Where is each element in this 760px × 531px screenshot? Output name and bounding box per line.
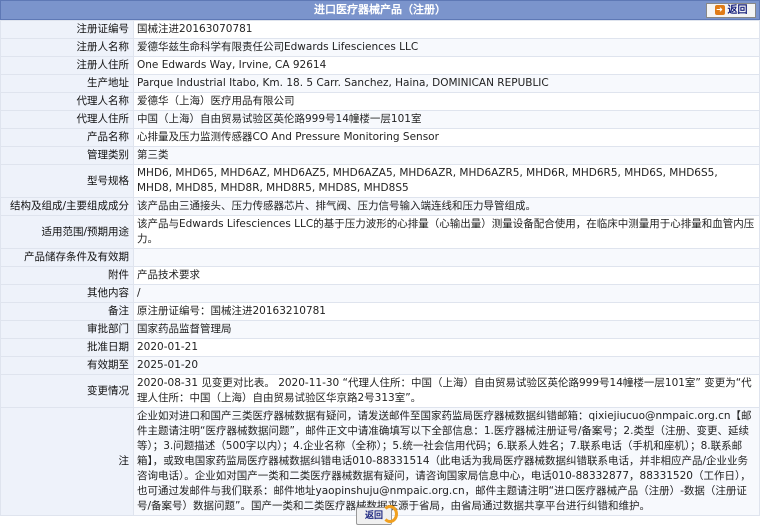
field-label: 适用范围/预期用途 xyxy=(0,215,134,249)
detail-row-composition: 结构及组成/主要组成成分 该产品由三通接头、压力传感器芯片、排气阀、压力信号输入端… xyxy=(0,197,760,216)
detail-row-reg-no: 注册证编号 国械注进20163070781 xyxy=(0,20,760,39)
field-value: 企业如对进口和国产三类医疗器械数据有疑问，请发送邮件至国家药监局医疗器械数据纠错… xyxy=(133,407,760,516)
detail-row-registrant-address: 注册人住所 One Edwards Way, Irvine, CA 92614 xyxy=(0,56,760,75)
field-value: 爱德华兹生命科学有限责任公司Edwards Lifesciences LLC xyxy=(133,38,760,57)
field-label: 注册人住所 xyxy=(0,56,134,75)
detail-row-registrant-name: 注册人名称 爱德华兹生命科学有限责任公司Edwards Lifesciences … xyxy=(0,38,760,57)
field-label: 注册证编号 xyxy=(0,20,134,39)
field-label: 产品储存条件及有效期 xyxy=(0,248,134,267)
field-label: 变更情况 xyxy=(0,374,134,408)
field-value: 国家药品监督管理局 xyxy=(133,320,760,339)
field-value: 产品技术要求 xyxy=(133,266,760,285)
detail-row-changes: 变更情况 2020-08-31 见变更对比表。 2020-11-30 “代理人住所… xyxy=(0,374,760,408)
detail-table: 注册证编号 国械注进20163070781 注册人名称 爱德华兹生命科学有限责任公司E… xyxy=(0,20,760,516)
back-button-top[interactable]: ➜ 返回 xyxy=(706,3,756,18)
field-value: MHD6, MHD65, MHD6AZ, MHD6AZ5, MHD6AZA5, … xyxy=(133,164,760,198)
field-value: 2020-08-31 见变更对比表。 2020-11-30 “代理人住所：中国（… xyxy=(133,374,760,408)
detail-row-other: 其他内容 / xyxy=(0,284,760,303)
detail-row-product-name: 产品名称 心排量及压力监测传感器CO And Pressure Monitorin… xyxy=(0,128,760,147)
detail-row-mfg-address: 生产地址 Parque Industrial Itabo, Km. 18. 5 C… xyxy=(0,74,760,93)
field-value: 国械注进20163070781 xyxy=(133,20,760,39)
detail-row-approval-date: 批准日期 2020-01-21 xyxy=(0,338,760,357)
page-title: 进口医疗器械产品（注册） xyxy=(314,3,446,16)
detail-row-approval-dept: 审批部门 国家药品监督管理局 xyxy=(0,320,760,339)
field-value: 中国（上海）自由贸易试验区英伦路999号14幢楼一层101室 xyxy=(133,110,760,129)
field-label: 管理类别 xyxy=(0,146,134,165)
field-label: 附件 xyxy=(0,266,134,285)
field-value: 2020-01-21 xyxy=(133,338,760,357)
field-value xyxy=(133,248,760,267)
field-value: 心排量及压力监测传感器CO And Pressure Monitoring Se… xyxy=(133,128,760,147)
field-label: 产品名称 xyxy=(0,128,134,147)
page-title-bar: 进口医疗器械产品（注册） ➜ 返回 xyxy=(0,0,760,20)
field-label: 其他内容 xyxy=(0,284,134,303)
field-label: 注 xyxy=(0,407,134,516)
field-value: 2025-01-20 xyxy=(133,356,760,375)
field-value: Parque Industrial Itabo, Km. 18. 5 Carr.… xyxy=(133,74,760,93)
back-button-bottom[interactable]: 返回 xyxy=(356,505,398,525)
field-label: 批准日期 xyxy=(0,338,134,357)
back-button-label: 返回 xyxy=(727,5,748,16)
field-label: 生产地址 xyxy=(0,74,134,93)
detail-row-agent-address: 代理人住所 中国（上海）自由贸易试验区英伦路999号14幢楼一层101室 xyxy=(0,110,760,129)
detail-row-class: 管理类别 第三类 xyxy=(0,146,760,165)
detail-row-note: 注企业如对进口和国产三类医疗器械数据有疑问，请发送邮件至国家药监局医疗器械数据纠… xyxy=(0,407,760,516)
field-value: 该产品与Edwards Lifesciences LLC的基于压力波形的心排量（… xyxy=(133,215,760,249)
detail-row-agent-name: 代理人名称 爱德华（上海）医疗用品有限公司 xyxy=(0,92,760,111)
field-label: 代理人住所 xyxy=(0,110,134,129)
field-value: 第三类 xyxy=(133,146,760,165)
detail-row-storage: 产品储存条件及有效期 xyxy=(0,248,760,267)
field-label: 备注 xyxy=(0,302,134,321)
detail-row-remark: 备注 原注册证编号：国械注进20163210781 xyxy=(0,302,760,321)
back-swirl-icon xyxy=(382,505,398,523)
field-value: 爱德华（上海）医疗用品有限公司 xyxy=(133,92,760,111)
field-value: One Edwards Way, Irvine, CA 92614 xyxy=(133,56,760,75)
detail-row-intended-use: 适用范围/预期用途 该产品与Edwards Lifesciences LLC的基于… xyxy=(0,215,760,249)
field-label: 型号规格 xyxy=(0,164,134,198)
detail-row-models: 型号规格 MHD6, MHD65, MHD6AZ, MHD6AZ5, MHD6AZ… xyxy=(0,164,760,198)
back-arrow-icon: ➜ xyxy=(714,5,725,15)
field-label: 代理人名称 xyxy=(0,92,134,111)
field-value: 该产品由三通接头、压力传感器芯片、排气阀、压力信号输入端连线和压力导管组成。 xyxy=(133,197,760,216)
detail-row-attachment: 附件 产品技术要求 xyxy=(0,266,760,285)
detail-row-valid-until: 有效期至 2025-01-20 xyxy=(0,356,760,375)
page: 进口医疗器械产品（注册） ➜ 返回 注册证编号 国械注进20163070781 注册人… xyxy=(0,0,760,531)
field-label: 有效期至 xyxy=(0,356,134,375)
field-value: 原注册证编号：国械注进20163210781 xyxy=(133,302,760,321)
field-value: / xyxy=(133,284,760,303)
field-label: 结构及组成/主要组成成分 xyxy=(0,197,134,216)
field-label: 注册人名称 xyxy=(0,38,134,57)
field-label: 审批部门 xyxy=(0,320,134,339)
